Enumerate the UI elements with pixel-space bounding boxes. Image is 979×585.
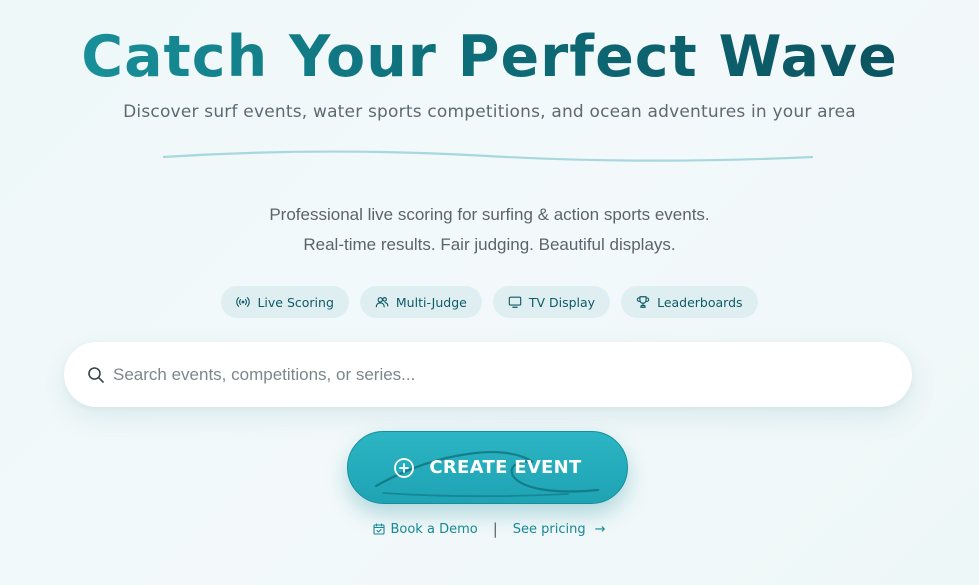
search-input[interactable] <box>111 353 875 396</box>
book-demo-link[interactable]: Book a Demo <box>373 521 478 537</box>
feature-pill-label: Live Scoring <box>257 294 334 310</box>
feature-pill-multi-judge: Multi-Judge <box>359 286 482 318</box>
see-pricing-label: See pricing <box>512 521 586 537</box>
broadcast-icon <box>236 295 251 309</box>
arrow-right-icon: → <box>594 521 606 537</box>
book-demo-label: Book a Demo <box>390 521 478 537</box>
tagline-line-1: Professional live scoring for surfing & … <box>269 205 710 224</box>
secondary-links: Book a Demo | See pricing → <box>0 520 979 538</box>
feature-pill-live-scoring: Live Scoring <box>221 286 349 318</box>
link-separator: | <box>492 520 498 538</box>
feature-pill-label: Leaderboards <box>657 294 743 310</box>
tagline-line-2: Real-time results. Fair judging. Beautif… <box>303 235 676 254</box>
feature-pill-label: Multi-Judge <box>395 294 467 310</box>
feature-pill-leaderboards: Leaderboards <box>621 286 758 318</box>
trophy-icon <box>636 295 650 309</box>
feature-pill-label: TV Display <box>528 294 596 310</box>
feature-pills: Live Scoring Multi-Judge TV Display Lead… <box>0 286 979 318</box>
plus-circle-icon <box>393 457 415 479</box>
monitor-icon <box>508 295 522 309</box>
page-title: Catch Your Perfect Wave <box>0 22 979 92</box>
calendar-check-icon <box>373 523 386 535</box>
page-subtitle: Discover surf events, water sports compe… <box>123 102 856 122</box>
feature-pill-tv-display: TV Display <box>492 286 611 318</box>
create-event-label: CREATE EVENT <box>429 457 582 478</box>
search-bar[interactable] <box>64 342 912 407</box>
users-icon <box>375 295 389 309</box>
search-icon <box>87 366 105 384</box>
wave-divider <box>163 150 813 162</box>
see-pricing-link[interactable]: See pricing → <box>513 522 606 537</box>
create-event-button[interactable]: CREATE EVENT <box>347 431 628 504</box>
